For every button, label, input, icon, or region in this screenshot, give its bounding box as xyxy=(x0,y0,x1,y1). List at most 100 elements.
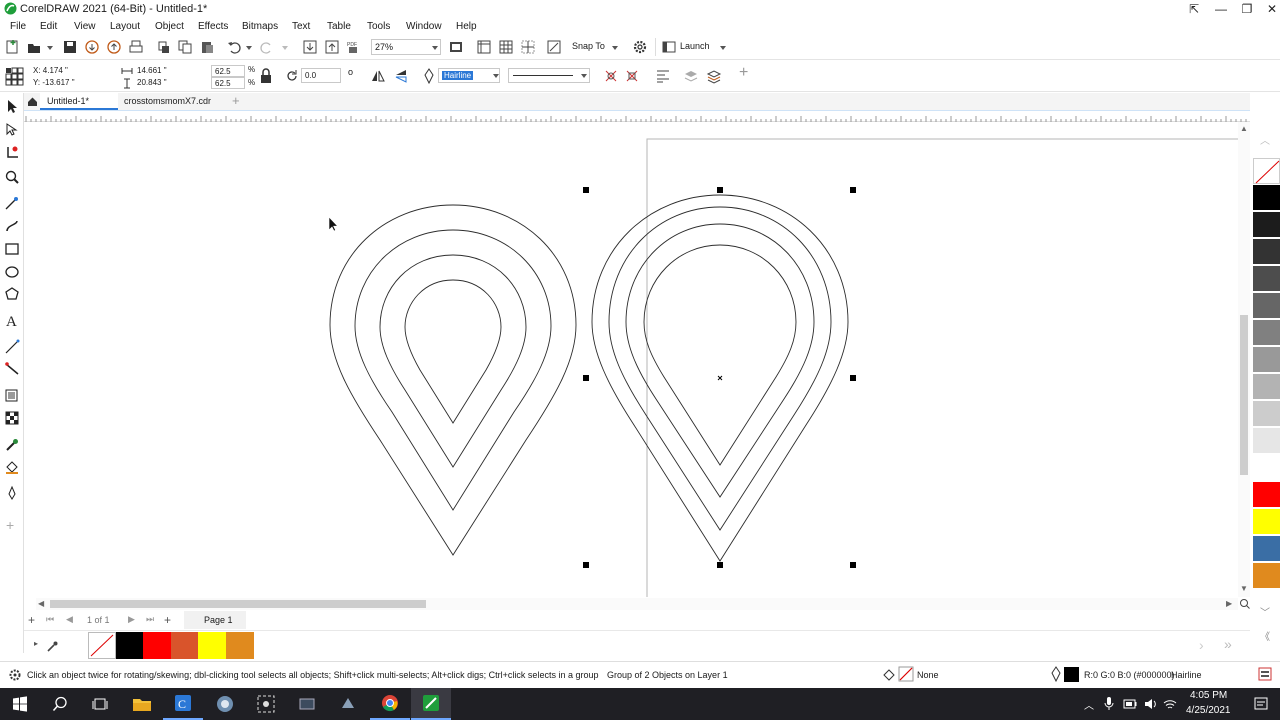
previous-page-icon[interactable]: ◀ xyxy=(66,614,73,625)
scroll-up-icon[interactable]: ▲ xyxy=(1240,124,1248,133)
menu-view[interactable]: View xyxy=(74,18,96,32)
order-icon[interactable] xyxy=(683,68,699,84)
add-tool-icon[interactable]: + xyxy=(6,517,14,533)
import-icon[interactable] xyxy=(302,39,318,55)
launch-icon[interactable] xyxy=(661,39,677,55)
line-style-dropdown-icon[interactable] xyxy=(581,74,587,78)
taskbar-app-5[interactable] xyxy=(328,688,368,720)
mirror-vertical-icon[interactable] xyxy=(393,68,409,84)
menu-bitmaps[interactable]: Bitmaps xyxy=(242,18,278,32)
snap-to-icon[interactable] xyxy=(546,39,562,55)
tab-crosstomsmom[interactable]: crosstomsmomX7.cdr xyxy=(120,93,230,110)
ellipse-tool-icon[interactable] xyxy=(4,264,20,280)
menu-file[interactable]: File xyxy=(10,18,26,32)
paste-icon[interactable] xyxy=(199,39,215,55)
taskbar-chrome[interactable] xyxy=(370,688,410,720)
right-teardrop-second[interactable] xyxy=(608,206,832,531)
menu-edit[interactable]: Edit xyxy=(40,18,57,32)
menu-window[interactable]: Window xyxy=(406,18,442,32)
status-panel-icon[interactable] xyxy=(1258,667,1272,681)
last-page-icon[interactable]: ⏭ xyxy=(146,614,154,625)
interactive-fill-tool-icon[interactable] xyxy=(4,459,20,475)
horizontal-scrollbar[interactable]: ◀ ▶ xyxy=(36,598,1238,610)
outline-width-dropdown-icon[interactable] xyxy=(493,74,499,78)
palette-swatch[interactable] xyxy=(1253,536,1280,562)
task-view-button[interactable] xyxy=(80,688,120,720)
vertical-scroll-thumb[interactable] xyxy=(1240,315,1248,475)
cloud-download-icon[interactable] xyxy=(84,39,100,55)
palette-swatch[interactable] xyxy=(1253,428,1280,454)
notifications-icon[interactable] xyxy=(1253,696,1269,712)
palette-swatch[interactable] xyxy=(1253,374,1280,400)
print-icon[interactable] xyxy=(128,39,144,55)
palette-swatch[interactable] xyxy=(1253,455,1280,481)
transparency-tool-icon[interactable] xyxy=(4,410,20,426)
rectangle-tool-icon[interactable] xyxy=(4,241,20,257)
wifi-icon[interactable] xyxy=(1163,697,1177,711)
tab-untitled-1[interactable]: Untitled-1* xyxy=(40,93,118,110)
menu-help[interactable]: Help xyxy=(456,18,477,32)
volume-icon[interactable] xyxy=(1144,697,1158,711)
doc-swatch-none[interactable] xyxy=(88,632,116,659)
text-tool-icon[interactable]: A xyxy=(4,312,20,328)
zoom-navigator-icon[interactable] xyxy=(1239,598,1251,610)
break-apart-icon[interactable] xyxy=(603,68,619,84)
palette-swatch[interactable] xyxy=(1253,320,1280,346)
export-icon[interactable] xyxy=(324,39,340,55)
show-rulers-icon[interactable] xyxy=(476,39,492,55)
full-screen-preview-icon[interactable] xyxy=(448,39,464,55)
snap-to-label[interactable]: Snap To xyxy=(572,41,605,51)
doc-palette-expand-icon[interactable]: » xyxy=(1224,636,1232,652)
zoom-level-field[interactable]: 27% xyxy=(371,39,441,55)
doc-palette-menu-icon[interactable]: ▸ xyxy=(34,639,38,648)
scale-x-field[interactable]: 62.5 xyxy=(211,65,245,77)
menu-table[interactable]: Table xyxy=(327,18,351,32)
palette-swatch[interactable] xyxy=(1253,563,1280,589)
undo-dropdown-icon[interactable] xyxy=(246,46,252,50)
crop-tool-icon[interactable] xyxy=(4,145,20,161)
taskbar-app-4[interactable] xyxy=(287,688,327,720)
launch-dropdown-icon[interactable] xyxy=(720,46,726,50)
show-guidelines-icon[interactable] xyxy=(520,39,536,55)
taskbar-file-explorer[interactable] xyxy=(122,688,162,720)
taskbar-search[interactable] xyxy=(40,688,80,720)
palette-swatch-none[interactable] xyxy=(1253,158,1280,184)
left-teardrop-second[interactable] xyxy=(354,229,552,511)
left-teardrop-inner[interactable] xyxy=(404,279,502,424)
start-button[interactable] xyxy=(0,688,40,720)
undo-icon[interactable] xyxy=(226,39,242,55)
save-icon[interactable] xyxy=(62,39,78,55)
snap-to-dropdown-icon[interactable] xyxy=(612,46,618,50)
close-button[interactable]: ✕ xyxy=(1259,0,1280,18)
doc-swatch[interactable] xyxy=(115,632,144,659)
outline-width-field[interactable]: Hairline xyxy=(438,68,500,83)
new-document-icon[interactable] xyxy=(4,39,20,55)
restore-button[interactable]: ❐ xyxy=(1234,0,1260,18)
show-hidden-icons-icon[interactable]: ︿ xyxy=(1084,697,1094,712)
lock-ratio-icon[interactable] xyxy=(259,68,273,84)
smart-fill-tool-icon[interactable] xyxy=(4,485,20,501)
palette-swatch[interactable] xyxy=(1253,185,1280,211)
outline-color-swatch[interactable] xyxy=(1064,667,1079,682)
doc-swatch[interactable] xyxy=(170,632,199,659)
connector-tool-icon[interactable] xyxy=(4,361,20,377)
scroll-right-icon[interactable]: ▶ xyxy=(1226,599,1232,608)
microphone-icon[interactable] xyxy=(1104,696,1114,712)
doc-palette-eyedropper-icon[interactable] xyxy=(46,639,60,653)
line-style-field[interactable] xyxy=(508,68,590,83)
launch-label[interactable]: Launch xyxy=(680,41,710,51)
palette-scroll-down-icon[interactable]: ﹀ xyxy=(1260,604,1270,619)
layers-icon[interactable] xyxy=(706,68,722,84)
palette-swatch[interactable] xyxy=(1253,239,1280,265)
pick-tool-icon[interactable] xyxy=(4,98,20,114)
redo-dropdown-icon[interactable] xyxy=(282,46,288,50)
open-folder-icon[interactable] xyxy=(26,39,42,55)
show-grid-icon[interactable] xyxy=(498,39,514,55)
width-field[interactable]: 14.661 " xyxy=(134,65,206,77)
parallel-dimension-tool-icon[interactable] xyxy=(4,339,20,355)
taskbar-corel-photo[interactable] xyxy=(205,688,245,720)
next-page-icon[interactable]: ▶ xyxy=(128,614,135,625)
menu-layout[interactable]: Layout xyxy=(110,18,140,32)
doc-palette-scroll-icon[interactable]: › xyxy=(1199,637,1204,653)
palette-swatch[interactable] xyxy=(1253,401,1280,427)
